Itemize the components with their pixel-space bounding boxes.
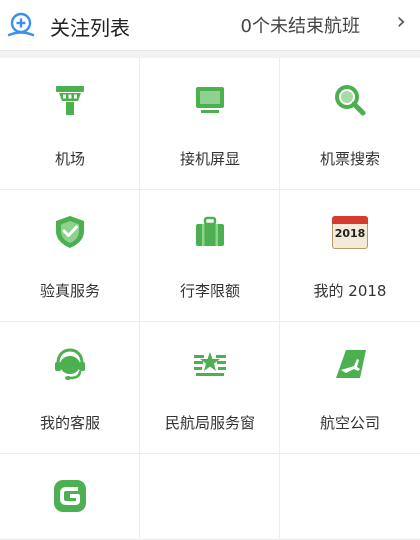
g-logo-icon bbox=[54, 480, 86, 512]
calendar-icon: 2018 bbox=[332, 214, 368, 250]
grid-item-label: 机场 bbox=[54, 150, 85, 168]
grid-item-label: 接机屏显 bbox=[179, 150, 240, 168]
airline-tail-icon bbox=[336, 350, 366, 378]
grid-item-verification[interactable]: 验真服务 bbox=[0, 190, 140, 322]
headset-icon bbox=[55, 348, 85, 380]
grid-item-label: 机票搜索 bbox=[319, 150, 380, 168]
star-emblem-icon bbox=[194, 352, 226, 376]
grid-empty-cell bbox=[280, 454, 420, 540]
grid-item-airlines[interactable]: 航空公司 bbox=[280, 322, 420, 454]
grid-item-pickup-display[interactable]: 接机屏显 bbox=[140, 58, 280, 190]
unfinished-flights-status[interactable]: 0个未结束航班 bbox=[241, 12, 360, 38]
chevron-right-icon[interactable]: › bbox=[396, 7, 406, 35]
monitor-icon bbox=[196, 87, 224, 113]
grid-item-label: 行李限额 bbox=[179, 282, 240, 300]
airport-tower-icon bbox=[56, 86, 84, 115]
grid-item-caac-service-window[interactable]: 民航局服务窗 bbox=[140, 322, 280, 454]
grid-item-ticket-search[interactable]: 机票搜索 bbox=[280, 58, 420, 190]
grid-item-label: 验真服务 bbox=[39, 282, 100, 300]
page-title: 关注列表 bbox=[50, 16, 130, 40]
grid-item-label: 我的客服 bbox=[39, 414, 100, 432]
luggage-icon bbox=[196, 216, 224, 246]
grid-item-label: 航空公司 bbox=[319, 414, 380, 432]
calendar-year-text: 2018 bbox=[334, 227, 366, 240]
grid-item-label: 我的 2018 bbox=[313, 282, 387, 300]
search-icon bbox=[335, 85, 366, 116]
grid-item-customer-service[interactable]: 我的客服 bbox=[0, 322, 140, 454]
grid-item-label: 民航局服务窗 bbox=[164, 414, 255, 432]
header-bar: 关注列表 0个未结束航班 › bbox=[0, 0, 420, 51]
service-grid: 机场 接机屏显 机票搜索 验真服务 行李限额 2018 我的 2018 我的客服… bbox=[0, 58, 420, 540]
grid-item-airport[interactable]: 机场 bbox=[0, 58, 140, 190]
shield-check-icon bbox=[56, 216, 84, 248]
grid-item-baggage-allowance[interactable]: 行李限额 bbox=[140, 190, 280, 322]
grid-item-my-2018[interactable]: 2018 我的 2018 bbox=[280, 190, 420, 322]
grid-empty-cell bbox=[140, 454, 280, 540]
grid-item-g-service[interactable] bbox=[0, 454, 140, 540]
add-flight-icon[interactable] bbox=[6, 10, 36, 40]
